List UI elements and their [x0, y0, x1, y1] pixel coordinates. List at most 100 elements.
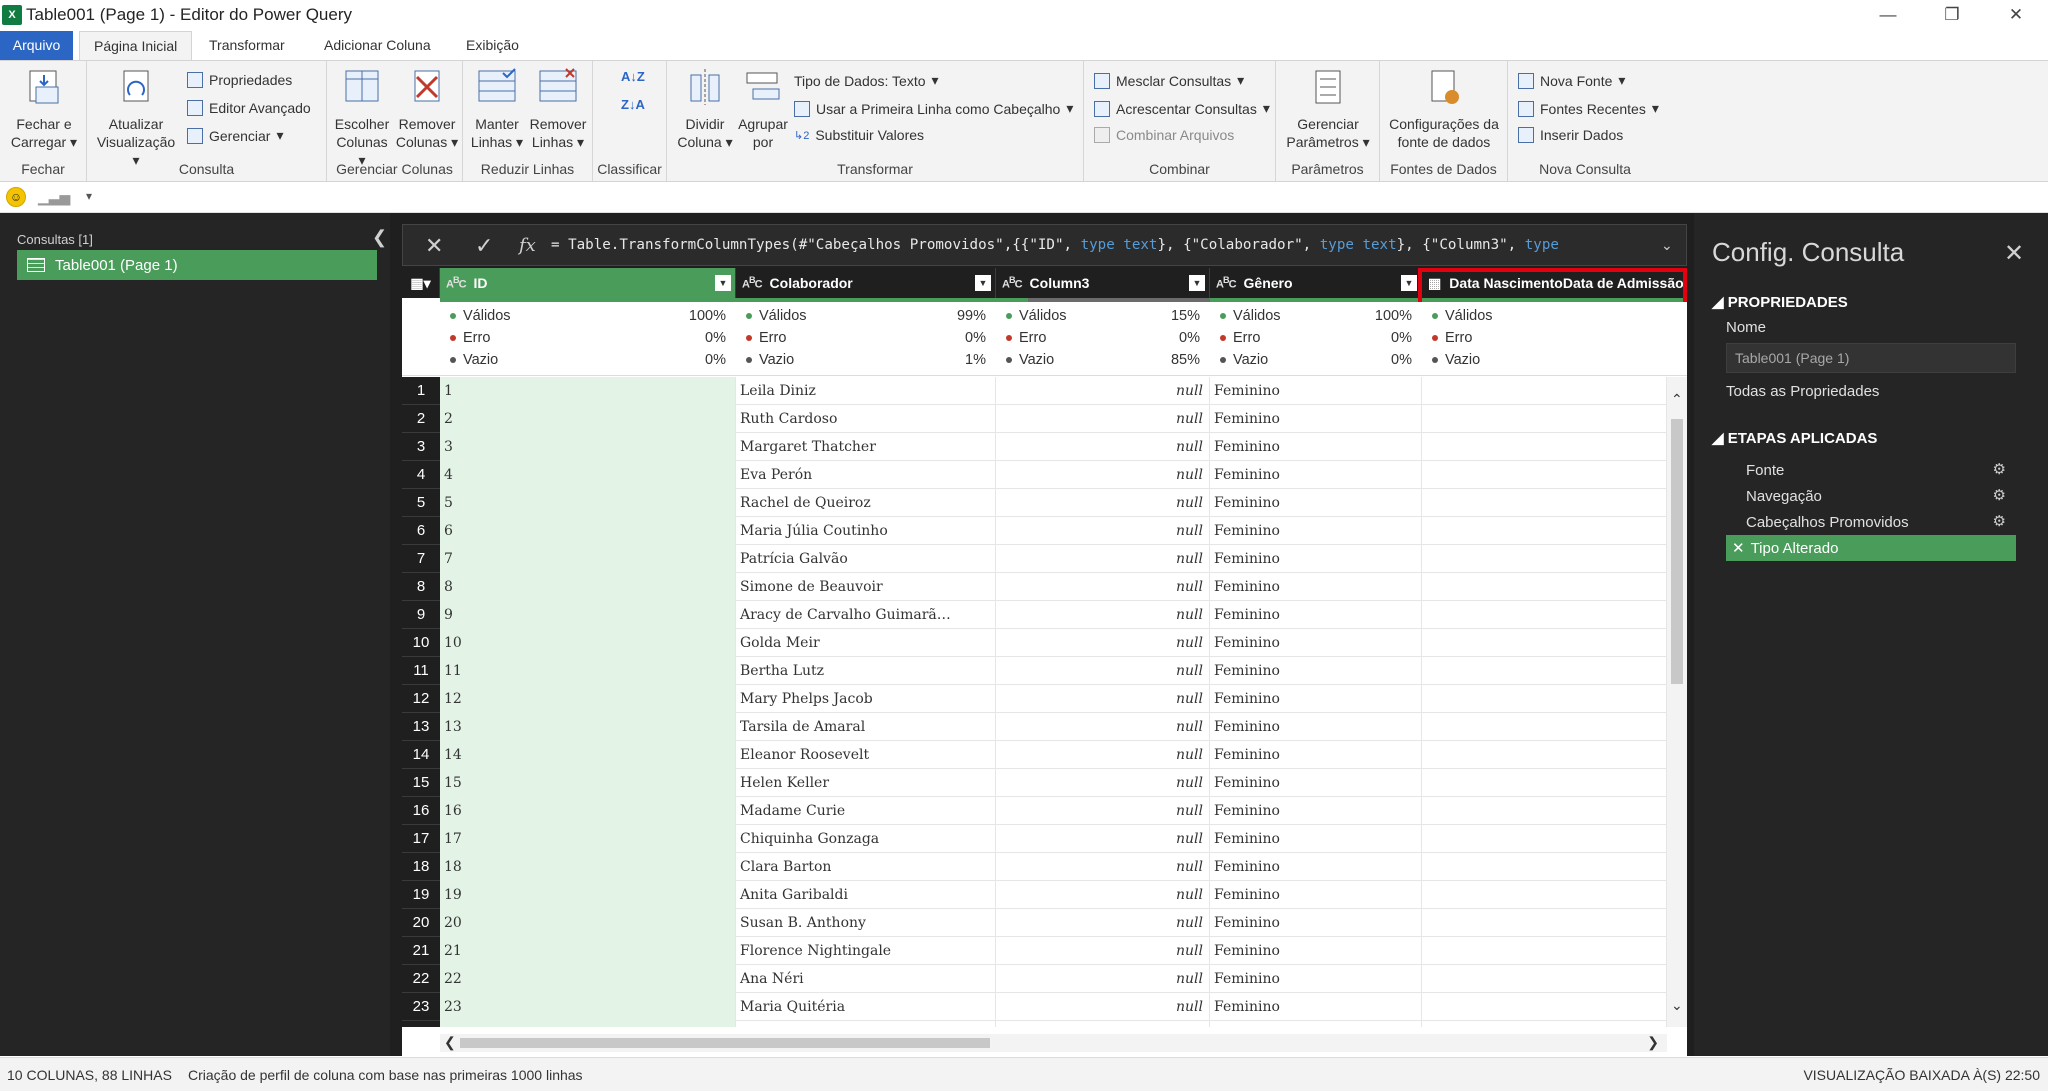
cell-genero[interactable]: Feminino: [1210, 825, 1422, 853]
scroll-left-icon[interactable]: ❮: [444, 1034, 456, 1051]
group-by-button[interactable]: Agrupar por: [735, 67, 791, 151]
cell-datas[interactable]: [1422, 993, 1667, 1021]
cell-datas[interactable]: [1422, 1021, 1667, 1027]
cell-id[interactable]: 2: [440, 405, 736, 433]
filter-dropdown-icon[interactable]: ▼: [1401, 275, 1417, 291]
cell-column3[interactable]: null: [996, 657, 1210, 685]
cell-datas[interactable]: [1422, 433, 1667, 461]
replace-values-button[interactable]: ↳2 Substituir Valores: [794, 127, 924, 143]
cell-genero[interactable]: Feminino: [1210, 881, 1422, 909]
row-number[interactable]: 14: [402, 741, 440, 769]
cell-datas[interactable]: [1422, 853, 1667, 881]
sort-ascending-icon[interactable]: A↓Z: [621, 69, 645, 84]
cell-colaborador[interactable]: Maria Quitéria: [736, 993, 996, 1021]
cell-column3[interactable]: null: [996, 881, 1210, 909]
cell-datas[interactable]: [1422, 797, 1667, 825]
sort-descending-icon[interactable]: Z↓A: [621, 97, 645, 112]
append-queries-button[interactable]: Acrescentar Consultas ▾: [1094, 100, 1270, 117]
horizontal-scroll-thumb[interactable]: [460, 1038, 990, 1048]
cell-id[interactable]: 24: [440, 1021, 736, 1027]
cell-datas[interactable]: [1422, 769, 1667, 797]
cell-column3[interactable]: null: [996, 517, 1210, 545]
cell-id[interactable]: 9: [440, 601, 736, 629]
cell-genero[interactable]: Feminino: [1210, 405, 1422, 433]
cell-id[interactable]: 23: [440, 993, 736, 1021]
cell-id[interactable]: 7: [440, 545, 736, 573]
row-number[interactable]: 5: [402, 489, 440, 517]
scroll-right-icon[interactable]: ❯: [1647, 1034, 1659, 1051]
cell-id[interactable]: 12: [440, 685, 736, 713]
row-number[interactable]: 18: [402, 853, 440, 881]
row-number[interactable]: 2: [402, 405, 440, 433]
formula-input[interactable]: = Table.TransformColumnTypes(#"Cabeçalho…: [551, 237, 1651, 253]
collapse-queries-icon[interactable]: ❮: [372, 227, 387, 248]
cell-colaborador[interactable]: Bertha Lutz: [736, 657, 996, 685]
enter-data-button[interactable]: Inserir Dados: [1518, 127, 1623, 143]
cell-id[interactable]: 22: [440, 965, 736, 993]
cell-genero[interactable]: Feminino: [1210, 433, 1422, 461]
data-type-dropdown[interactable]: Tipo de Dados: Texto ▾: [794, 72, 939, 89]
scroll-up-icon[interactable]: ⌃: [1671, 391, 1683, 408]
data-source-settings-button[interactable]: Configurações da fonte de dados: [1384, 67, 1504, 151]
cell-id[interactable]: 16: [440, 797, 736, 825]
combine-files-button[interactable]: Combinar Arquivos: [1094, 127, 1234, 143]
cell-datas[interactable]: [1422, 517, 1667, 545]
row-number[interactable]: 21: [402, 937, 440, 965]
cell-colaborador[interactable]: Susan B. Anthony: [736, 909, 996, 937]
cell-id[interactable]: 20: [440, 909, 736, 937]
cell-id[interactable]: 1: [440, 377, 736, 405]
row-number[interactable]: 10: [402, 629, 440, 657]
cell-id[interactable]: 6: [440, 517, 736, 545]
confirm-formula-icon[interactable]: ✓: [475, 233, 493, 259]
close-load-button[interactable]: Fechar e Carregar ▾: [8, 67, 80, 151]
cell-colaborador[interactable]: Aracy de Carvalho Guimarã…: [736, 601, 996, 629]
cell-column3[interactable]: null: [996, 629, 1210, 657]
cell-genero[interactable]: Feminino: [1210, 993, 1422, 1021]
cell-genero[interactable]: Feminino: [1210, 741, 1422, 769]
cell-genero[interactable]: Feminino: [1210, 461, 1422, 489]
cell-datas[interactable]: [1422, 377, 1667, 405]
cell-id[interactable]: 10: [440, 629, 736, 657]
cell-column3[interactable]: null: [996, 405, 1210, 433]
row-number[interactable]: 13: [402, 713, 440, 741]
close-settings-icon[interactable]: ✕: [2004, 239, 2024, 268]
cell-column3[interactable]: null: [996, 461, 1210, 489]
gear-icon[interactable]: ⚙: [1993, 512, 2006, 530]
cell-colaborador[interactable]: Rachel de Queiroz: [736, 489, 996, 517]
cell-colaborador[interactable]: Florence Nightingale: [736, 937, 996, 965]
row-number[interactable]: 3: [402, 433, 440, 461]
cell-genero[interactable]: Feminino: [1210, 797, 1422, 825]
row-number[interactable]: 15: [402, 769, 440, 797]
query-name-input[interactable]: Table001 (Page 1): [1726, 343, 2016, 373]
row-number[interactable]: 17: [402, 825, 440, 853]
cell-column3[interactable]: null: [996, 573, 1210, 601]
cell-colaborador[interactable]: Simone de Beauvoir: [736, 573, 996, 601]
cell-genero[interactable]: Feminino: [1210, 573, 1422, 601]
minimize-button[interactable]: —: [1856, 0, 1920, 30]
row-number[interactable]: 1: [402, 377, 440, 405]
step-navegacao[interactable]: Navegação ⚙: [1726, 483, 2016, 509]
cell-id[interactable]: 3: [440, 433, 736, 461]
restore-button[interactable]: ❐: [1920, 0, 1984, 30]
cell-column3[interactable]: null: [996, 433, 1210, 461]
cell-column3[interactable]: null: [996, 937, 1210, 965]
cell-colaborador[interactable]: Margaret Thatcher: [736, 433, 996, 461]
cell-id[interactable]: 5: [440, 489, 736, 517]
horizontal-scrollbar[interactable]: ❮ ❯: [440, 1034, 1667, 1052]
cell-genero[interactable]: Feminino: [1210, 601, 1422, 629]
gear-icon[interactable]: ⚙: [1993, 486, 2006, 504]
cell-datas[interactable]: [1422, 489, 1667, 517]
tab-arquivo[interactable]: Arquivo: [0, 31, 73, 60]
row-number[interactable]: 11: [402, 657, 440, 685]
cell-id[interactable]: 18: [440, 853, 736, 881]
cell-datas[interactable]: [1422, 825, 1667, 853]
new-source-button[interactable]: Nova Fonte ▾: [1518, 72, 1625, 89]
remove-columns-button[interactable]: Remover Colunas ▾: [395, 67, 459, 151]
tab-transformar[interactable]: Transformar: [195, 31, 299, 60]
cell-column3[interactable]: null: [996, 685, 1210, 713]
row-number[interactable]: 16: [402, 797, 440, 825]
cell-genero[interactable]: Feminino: [1210, 937, 1422, 965]
cell-column3[interactable]: null: [996, 797, 1210, 825]
cell-column3[interactable]: null: [996, 545, 1210, 573]
cell-genero[interactable]: Feminino: [1210, 489, 1422, 517]
